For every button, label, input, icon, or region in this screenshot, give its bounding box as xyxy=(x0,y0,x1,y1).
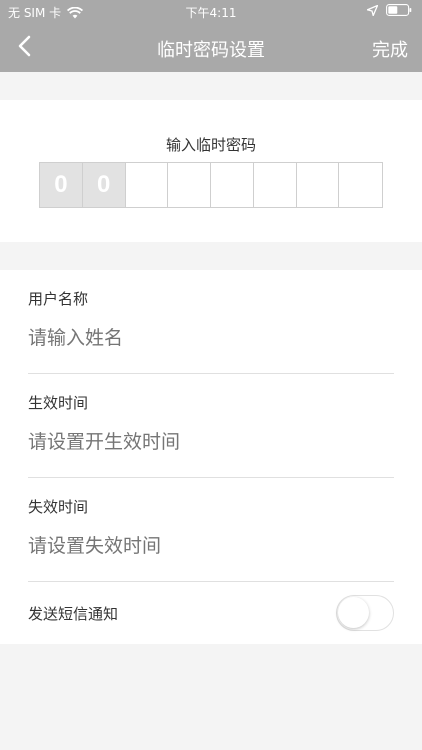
password-digit-2[interactable]: 0 xyxy=(82,163,126,207)
nav-bar: 临时密码设置 完成 xyxy=(0,24,422,72)
form-section: 用户名称 生效时间 失效时间 发送短信通知 xyxy=(0,270,422,644)
battery-icon xyxy=(386,4,412,16)
password-input[interactable]: 0 0 xyxy=(39,162,383,208)
start-time-input[interactable] xyxy=(28,431,394,453)
password-digit-8[interactable] xyxy=(339,163,382,207)
password-section: 输入临时密码 0 0 xyxy=(0,100,422,242)
end-time-input[interactable] xyxy=(28,535,394,557)
status-time: 下午4:11 xyxy=(185,6,237,20)
password-digit-1[interactable]: 0 xyxy=(40,163,83,207)
page-title: 临时密码设置 xyxy=(157,40,265,61)
name-input[interactable] xyxy=(28,327,394,349)
start-time-field: 生效时间 xyxy=(28,392,394,453)
divider xyxy=(28,373,394,374)
end-time-label: 失效时间 xyxy=(28,498,89,516)
end-time-field: 失效时间 xyxy=(28,496,394,557)
location-icon xyxy=(367,4,378,16)
divider xyxy=(28,581,394,582)
password-digit-7[interactable] xyxy=(297,163,340,207)
status-right xyxy=(367,4,412,16)
password-digit-6[interactable] xyxy=(254,163,297,207)
password-label: 输入临时密码 xyxy=(165,136,256,154)
top-bar: 无 SIM 卡 下午4:11 临时密码设置 完成 xyxy=(0,0,422,72)
password-digit-5[interactable] xyxy=(211,163,254,207)
done-button[interactable]: 完成 xyxy=(372,36,408,62)
start-time-label: 生效时间 xyxy=(28,394,89,412)
sms-notify-toggle[interactable] xyxy=(336,595,394,631)
divider xyxy=(28,477,394,478)
name-field: 用户名称 xyxy=(28,288,394,349)
name-label: 用户名称 xyxy=(28,290,89,308)
password-digit-3[interactable] xyxy=(126,163,169,207)
status-bar: 无 SIM 卡 下午4:11 xyxy=(0,0,422,24)
sms-notify-label: 发送短信通知 xyxy=(28,605,119,623)
password-digit-4[interactable] xyxy=(168,163,211,207)
toggle-knob xyxy=(338,597,369,628)
